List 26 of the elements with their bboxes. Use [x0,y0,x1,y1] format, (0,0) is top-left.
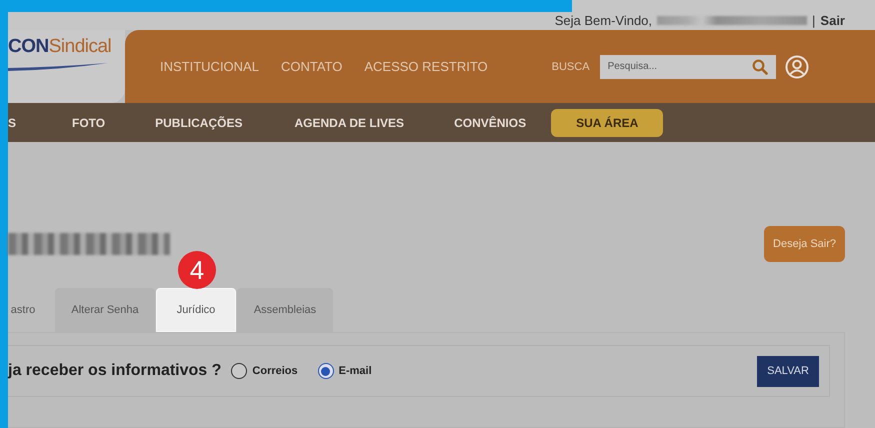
nav-link[interactable]: CONVÊNIOS [454,116,526,130]
search-icon[interactable] [752,58,768,74]
logo-text: Sindical [48,36,112,57]
logo-bold-text: CON [8,36,49,57]
logout-link[interactable]: Sair [820,12,845,28]
tab[interactable]: Alterar Senha [55,288,155,332]
radio-label: E-mail [338,365,372,377]
save-button[interactable]: SALVAR [757,356,819,386]
greeting-text: Seja Bem-Vindo, [554,12,652,28]
tab[interactable]: Jurídico [156,288,236,332]
search-label: BUSCA [552,60,590,72]
tab[interactable]: Assembleias [237,288,333,332]
my-area-button[interactable]: SUA ÁREA [551,108,664,136]
separator: | [812,12,816,28]
nav-link[interactable]: PUBLICAÇÕES [155,116,242,130]
radio-label: Correios [252,365,298,377]
question-text: ja receber os informativos ? [8,362,222,380]
swoosh-icon [8,62,108,72]
radio-button[interactable] [318,363,334,379]
nav-link[interactable]: S [8,116,16,130]
nav-link[interactable]: FOTO [72,116,106,130]
radio-button[interactable] [231,363,248,379]
nav-link[interactable]: AGENDA DE LIVES [294,116,404,130]
step-badge: 4 [178,251,216,289]
user-icon[interactable] [784,54,809,78]
search-field[interactable]: Pesquisa... [600,54,776,78]
